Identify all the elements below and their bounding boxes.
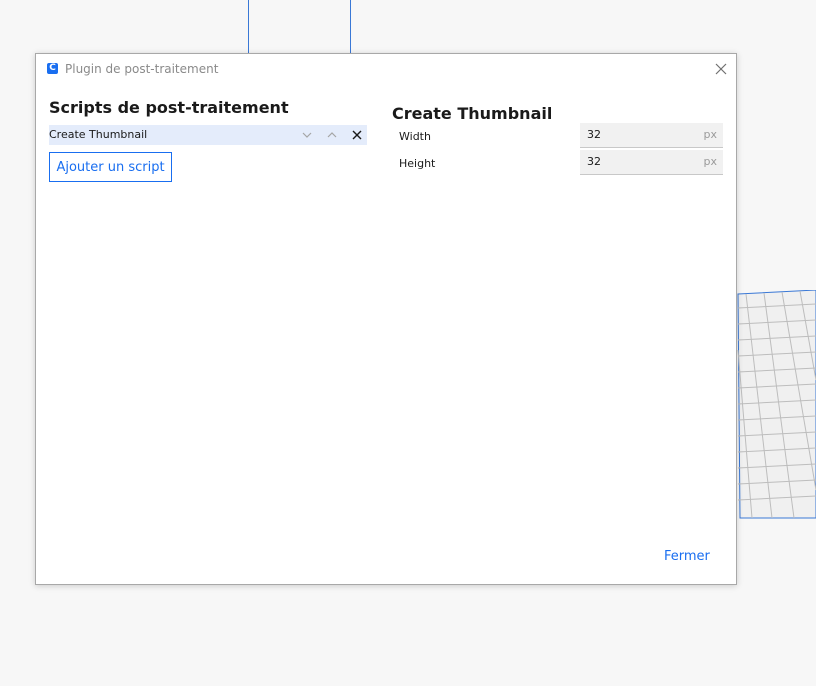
window-title: Plugin de post-traitement xyxy=(65,62,219,76)
close-icon xyxy=(715,63,727,75)
move-script-up-button[interactable] xyxy=(323,126,341,144)
move-script-down-button[interactable] xyxy=(298,126,316,144)
close-window-button[interactable] xyxy=(712,60,730,78)
viewport-guide-line xyxy=(248,0,249,54)
chevron-down-icon xyxy=(302,132,312,138)
height-unit: px xyxy=(703,155,718,168)
post-processing-dialog: C Plugin de post-traitement Scripts de p… xyxy=(35,53,737,585)
width-input[interactable]: 32 px xyxy=(580,123,723,148)
scripts-heading: Scripts de post-traitement xyxy=(49,98,289,117)
script-list-item[interactable]: Create Thumbnail xyxy=(49,125,367,145)
width-value: 32 xyxy=(587,128,601,141)
height-value: 32 xyxy=(587,155,601,168)
close-button[interactable]: Fermer xyxy=(660,546,714,566)
script-item-label: Create Thumbnail xyxy=(49,128,148,141)
build-plate-grid xyxy=(737,290,816,519)
script-settings-heading: Create Thumbnail xyxy=(392,104,553,123)
chevron-up-icon xyxy=(327,132,337,138)
width-label: Width xyxy=(399,130,431,143)
application-background: C Plugin de post-traitement Scripts de p… xyxy=(0,0,816,686)
title-bar: C Plugin de post-traitement xyxy=(36,54,736,84)
remove-x-icon xyxy=(352,130,362,140)
viewport-guide-line xyxy=(350,0,351,54)
width-unit: px xyxy=(703,128,718,141)
cura-logo-icon: C xyxy=(47,63,58,74)
add-script-button[interactable]: Ajouter un script xyxy=(49,152,172,182)
height-input[interactable]: 32 px xyxy=(580,150,723,175)
remove-script-button[interactable] xyxy=(348,126,366,144)
height-label: Height xyxy=(399,157,436,170)
